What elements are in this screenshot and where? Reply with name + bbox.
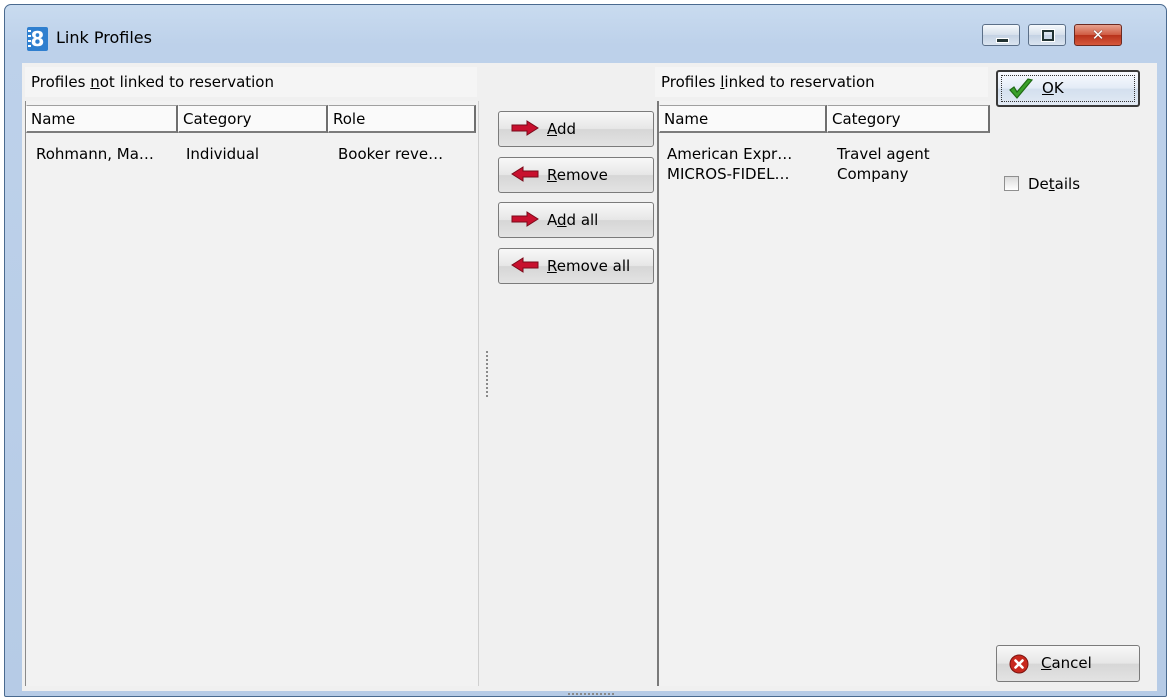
column-header-name[interactable]: Name <box>659 105 827 133</box>
cell-role: Booker reve… <box>338 145 444 163</box>
column-header-name[interactable]: Name <box>26 105 178 133</box>
maximize-icon <box>1041 29 1055 42</box>
add-button[interactable]: Add <box>498 111 654 147</box>
remove-all-button[interactable]: Remove all <box>498 248 654 284</box>
details-label: Details <box>1028 175 1081 193</box>
window-title: Link Profiles <box>56 28 152 47</box>
dialog-client-area: Profiles not linked to reservation Name … <box>22 63 1157 695</box>
cell-category: Company <box>837 165 909 183</box>
column-header-category[interactable]: Category <box>178 105 328 133</box>
app-icon[interactable]: 8 <box>27 27 48 51</box>
cell-name: Rohmann, Ma… <box>36 145 154 163</box>
unlinked-profiles-list[interactable]: Name Category Role Rohmann, Ma… Individu… <box>25 101 479 686</box>
linked-profiles-header: Profiles linked to reservation <box>655 67 988 97</box>
column-header-role[interactable]: Role <box>328 105 476 133</box>
checkmark-icon <box>1009 78 1034 99</box>
maximize-button[interactable] <box>1028 24 1066 46</box>
close-button[interactable]: ✕ <box>1074 24 1122 46</box>
column-header-category[interactable]: Category <box>827 105 990 133</box>
arrow-right-icon <box>511 211 539 227</box>
link-profiles-window: 8 Link Profiles ✕ Profiles not linked to… <box>4 4 1167 697</box>
arrow-left-icon <box>511 166 539 182</box>
minimize-icon <box>996 38 1009 43</box>
add-all-button[interactable]: Add all <box>498 202 654 238</box>
cancel-icon <box>1009 654 1029 674</box>
cell-name: American Expr… <box>667 145 793 163</box>
arrow-left-icon <box>511 257 539 273</box>
unlinked-profiles-header: Profiles not linked to reservation <box>25 67 477 97</box>
arrow-right-icon <box>511 120 539 136</box>
horizontal-splitter-grip[interactable] <box>568 693 614 695</box>
cell-category: Travel agent <box>837 145 930 163</box>
checkbox-box[interactable] <box>1004 176 1019 191</box>
close-icon: ✕ <box>1091 26 1105 44</box>
ok-button[interactable]: OK <box>996 70 1140 107</box>
remove-button[interactable]: Remove <box>498 157 654 193</box>
vertical-splitter-grip[interactable] <box>486 351 488 399</box>
minimize-button[interactable] <box>982 24 1020 46</box>
linked-profiles-list[interactable]: Name Category American Expr… Travel agen… <box>657 101 990 686</box>
title-bar[interactable]: 8 Link Profiles ✕ <box>5 5 1166 63</box>
cell-name: MICROS-FIDEL… <box>667 165 790 183</box>
cell-category: Individual <box>186 145 260 163</box>
cancel-button[interactable]: Cancel <box>996 645 1140 682</box>
